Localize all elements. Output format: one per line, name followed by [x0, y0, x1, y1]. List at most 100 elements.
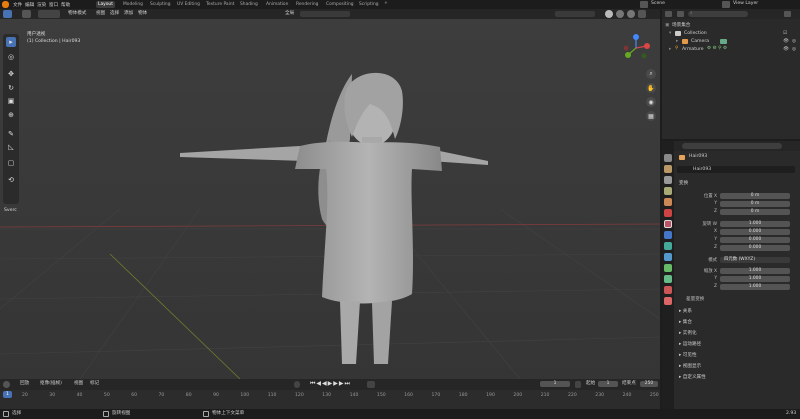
rotation-x-field[interactable]: 0.000 [720, 229, 790, 235]
snap-pivot-icons[interactable] [300, 11, 350, 17]
tab-animation[interactable]: Animation [264, 1, 290, 8]
annotate-tool-icon[interactable]: ✎ [6, 129, 16, 139]
object-name-field-text[interactable]: Hair093 [693, 167, 711, 173]
zoom-icon[interactable]: ⌕ [646, 69, 656, 79]
start-frame-field[interactable]: 1 [598, 381, 618, 387]
scene-collection-label[interactable]: 场景集合 [672, 23, 690, 29]
scene-tab-icon[interactable] [664, 198, 672, 206]
perspective-toggle-icon[interactable]: ▦ [646, 111, 656, 121]
world-tab-icon[interactable] [664, 209, 672, 217]
tab-sculpting[interactable]: Sculpting [148, 1, 173, 8]
tab-scripting[interactable]: Scripting [357, 1, 381, 8]
tab-texture-paint[interactable]: Texture Paint [204, 1, 236, 8]
transform-orientation[interactable]: 全局 [285, 11, 294, 17]
scale-z-field[interactable]: 1.000 [720, 284, 790, 290]
menu-window[interactable]: 窗口 [49, 2, 58, 8]
menu-edit[interactable]: 编辑 [25, 2, 34, 8]
playback-controls-icon[interactable]: ⏮◀◀▶▶▶⏭ [310, 381, 351, 387]
pan-hand-icon[interactable]: ✋ [646, 83, 656, 93]
material-tab-icon[interactable] [664, 286, 672, 294]
tab-shading[interactable]: Shading [238, 1, 260, 8]
properties-section-header[interactable]: ▸ 自定义属性 [679, 374, 706, 380]
menu-object[interactable]: 物体 [138, 11, 147, 17]
selection-mode-icons[interactable] [38, 10, 60, 18]
collection-label[interactable]: Collection [684, 31, 707, 37]
outliner-row-collection[interactable]: ▾ Collection [662, 30, 800, 38]
tab-rendering[interactable]: Rendering [294, 1, 320, 8]
properties-section-header[interactable]: ▸ 集合 [679, 319, 692, 325]
properties-search-input[interactable] [682, 143, 782, 149]
scene-icon[interactable] [640, 1, 648, 8]
camera-render-icon[interactable]: ◎ [792, 47, 796, 53]
outliner-editor-icon[interactable] [665, 11, 672, 17]
constraints-tab-icon[interactable] [664, 264, 672, 272]
transform-section-header[interactable]: 变换 [679, 180, 688, 186]
render-tab-icon[interactable] [664, 165, 672, 173]
menu-file[interactable]: 文件 [13, 2, 22, 8]
checkbox-icon[interactable]: ☑ [783, 31, 787, 37]
scale-y-field[interactable]: 1.000 [720, 276, 790, 282]
overlay-icons[interactable] [555, 11, 595, 17]
record-icon[interactable] [294, 381, 300, 388]
eye-icon[interactable]: 👁 [783, 39, 789, 45]
menu-add[interactable]: 添加 [124, 11, 133, 17]
scale-tool-icon[interactable]: ▣ [6, 96, 16, 106]
object-tab-icon[interactable] [664, 220, 672, 228]
output-tab-icon[interactable] [664, 176, 672, 184]
panel-tab-sverc[interactable]: Sverc [4, 208, 17, 214]
menu-render[interactable]: 渲染 [37, 2, 46, 8]
shading-solid-icon[interactable] [605, 10, 613, 18]
properties-section-header[interactable]: ▸ 视图显示 [679, 363, 701, 369]
physics-tab-icon[interactable] [664, 253, 672, 261]
auto-key-icon[interactable] [367, 381, 375, 388]
rotation-y-field[interactable]: 0.000 [720, 237, 790, 243]
rotate-tool-icon[interactable]: ↻ [6, 83, 16, 93]
camera-render-icon[interactable]: ◎ [792, 39, 796, 45]
delta-transform-section[interactable]: 差量变换 [686, 296, 704, 302]
tool-tab-icon[interactable] [664, 154, 672, 162]
editor-type-icon[interactable] [3, 10, 12, 18]
measure-tool-icon[interactable]: ◺ [6, 142, 16, 152]
add-cube-tool-icon[interactable]: ▢ [6, 158, 16, 168]
shading-material-icon[interactable] [616, 10, 624, 18]
tab-uv-editing[interactable]: UV Editing [175, 1, 202, 8]
playback-menu[interactable]: 回放 [20, 381, 29, 387]
current-frame-field[interactable]: 1 [540, 381, 570, 387]
expand-chevron-icon[interactable]: ▸ [676, 39, 678, 45]
camera-view-icon[interactable]: ◉ [646, 97, 656, 107]
modifier-tab-icon[interactable] [664, 231, 672, 239]
rotation-w-field[interactable]: 1.000 [720, 221, 790, 227]
add-workspace-icon[interactable]: + [384, 1, 388, 7]
3d-viewport[interactable]: 用户透视 (1) Collection | Hair093 ▸ ◎ ✥ ↻ ▣ … [0, 19, 660, 379]
transform-tool-icon[interactable]: ⊕ [6, 110, 16, 120]
outliner-row-armature[interactable]: ▸ ⚲ Armature ⚙ ⚙ ⚲ ⚙ [662, 46, 800, 54]
particles-tab-icon[interactable] [664, 242, 672, 250]
view-layer-name[interactable]: View Layer [733, 1, 758, 7]
scene-name[interactable]: Scene [651, 1, 665, 7]
timeline[interactable]: 20 30 40 50 60 70 80 90 100 110 120 130 140 150 160 170… [0, 390, 660, 409]
data-tab-icon[interactable] [664, 275, 672, 283]
filter-icon[interactable] [784, 11, 791, 17]
tab-modeling[interactable]: Modeling [121, 1, 145, 8]
scale-x-field[interactable]: 1.000 [720, 268, 790, 274]
tab-layout[interactable]: Layout [96, 1, 115, 8]
location-x-field[interactable]: 0 m [720, 193, 790, 199]
marker-menu[interactable]: 标记 [90, 381, 99, 387]
location-y-field[interactable]: 0 m [720, 201, 790, 207]
outliner-row-camera[interactable]: ▸ Camera [662, 38, 800, 46]
expand-chevron-icon[interactable]: ▾ [669, 31, 671, 37]
view-layer-tab-icon[interactable] [664, 187, 672, 195]
location-z-field[interactable]: 0 m [720, 209, 790, 215]
extra-tool-icon[interactable]: ⟲ [6, 175, 16, 185]
shading-rendered-icon[interactable] [627, 10, 635, 18]
armature-label[interactable]: Armature [682, 47, 704, 53]
texture-tab-icon[interactable] [664, 297, 672, 305]
timeline-editor-icon[interactable] [3, 381, 10, 388]
move-tool-icon[interactable]: ✥ [6, 69, 16, 79]
cursor-tool-icon[interactable]: ◎ [6, 52, 16, 62]
display-mode-icon[interactable] [677, 11, 684, 17]
properties-section-header[interactable]: ▸ 实例化 [679, 330, 697, 336]
expand-chevron-icon[interactable]: ▸ [669, 47, 671, 53]
properties-section-header[interactable]: ▸ 运动路径 [679, 341, 701, 347]
menu-view[interactable]: 视图 [96, 11, 105, 17]
